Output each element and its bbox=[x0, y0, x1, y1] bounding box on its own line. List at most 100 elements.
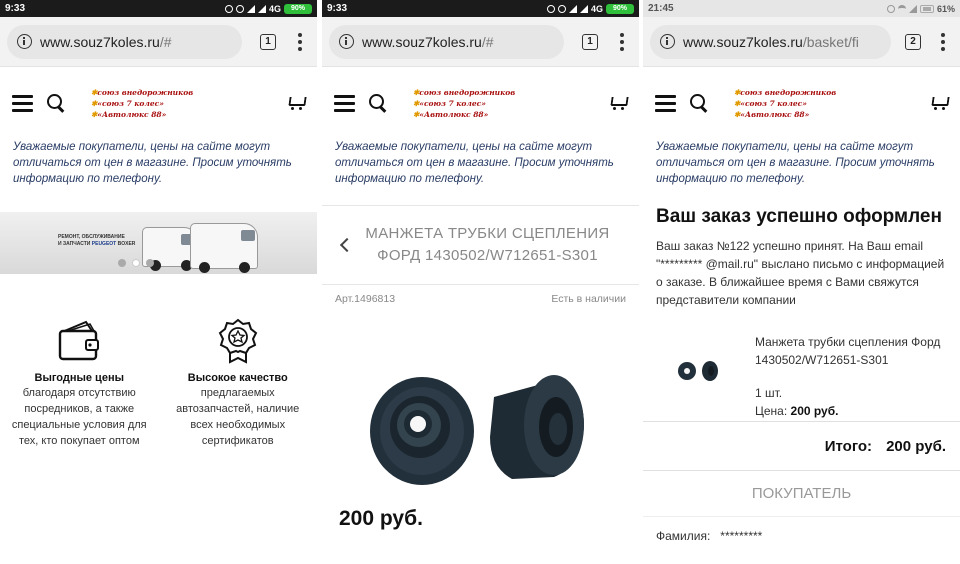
screenshot-collage: 9:33 4G 90% www.souz7koles.ru/# 1 ✱союз … bbox=[0, 0, 960, 564]
tab-switcher-button[interactable]: 1 bbox=[260, 33, 276, 50]
order-total: Итого: 200 руб. bbox=[643, 421, 960, 471]
feature-title: Выгодные цены bbox=[34, 372, 124, 384]
status-icons: 4G 90% bbox=[546, 3, 634, 14]
clock-icon bbox=[557, 4, 566, 13]
feature-quality: Высокое качество предлагаемых автозапчас… bbox=[159, 318, 318, 449]
panel-order-confirmation: 21:45 61% www.souz7koles.ru/basket/fi 2 … bbox=[643, 0, 960, 564]
search-icon[interactable] bbox=[690, 94, 708, 112]
status-time: 9:33 bbox=[5, 3, 26, 14]
url-text[interactable]: www.souz7koles.ru/basket/fi bbox=[683, 34, 859, 50]
status-icons: 61% bbox=[886, 3, 955, 14]
site-logo[interactable]: ✱союз внедорожников ✱«союз 7 колес» ✱«Ав… bbox=[734, 87, 836, 120]
hamburger-menu-icon[interactable] bbox=[334, 94, 355, 112]
url-text[interactable]: www.souz7koles.ru/# bbox=[40, 34, 172, 50]
url-text[interactable]: www.souz7koles.ru/# bbox=[362, 34, 494, 50]
hamburger-menu-icon[interactable] bbox=[655, 94, 676, 112]
hamburger-menu-icon[interactable] bbox=[12, 94, 33, 112]
cart-icon[interactable] bbox=[287, 96, 305, 111]
item-price: Цена: 200 руб. bbox=[755, 404, 839, 418]
address-bar[interactable]: www.souz7koles.ru/# bbox=[329, 24, 564, 59]
tab-switcher-button[interactable]: 1 bbox=[582, 33, 598, 50]
network-type: 4G bbox=[590, 3, 603, 14]
van-image bbox=[190, 223, 258, 273]
order-success-title: Ваш заказ успешно оформлен bbox=[656, 206, 942, 227]
item-thumbnail[interactable] bbox=[643, 333, 755, 417]
address-bar[interactable]: www.souz7koles.ru/# bbox=[7, 24, 242, 59]
logo-line-1: союз внедорожников bbox=[419, 87, 516, 97]
site-logo[interactable]: ✱союз внедорожников ✱«союз 7 колес» ✱«Ав… bbox=[413, 87, 515, 120]
browser-menu-button[interactable] bbox=[941, 32, 945, 51]
product-header: МАНЖЕТА ТРУБКИ СЦЕПЛЕНИЯ ФОРД 1430502/W7… bbox=[322, 205, 639, 285]
features-list: Выгодные цены благодаря отсутствию посре… bbox=[0, 274, 317, 449]
status-bar: 9:33 4G 90% bbox=[322, 0, 639, 17]
logo-line-2: «союз 7 колес» bbox=[419, 98, 486, 108]
item-name[interactable]: Манжета трубки сцепления Форд 1430502/W7… bbox=[755, 333, 960, 369]
battery-icon: 90% bbox=[284, 3, 312, 14]
quality-badge-icon bbox=[218, 318, 258, 364]
status-time: 9:33 bbox=[327, 3, 348, 14]
signal-2-icon bbox=[579, 4, 588, 13]
battery-icon: 90% bbox=[606, 3, 634, 14]
battery-icon bbox=[919, 4, 934, 13]
address-bar[interactable]: www.souz7koles.ru/basket/fi bbox=[650, 24, 891, 59]
search-icon[interactable] bbox=[47, 94, 65, 112]
tab-switcher-button[interactable]: 2 bbox=[905, 33, 921, 50]
browser-toolbar: www.souz7koles.ru/# 1 bbox=[0, 17, 317, 67]
price-notice: Уважаемые покупатели, цены на сайте могу… bbox=[13, 141, 292, 185]
battery-percent: 61% bbox=[936, 3, 955, 14]
surname-label: Фамилия: bbox=[656, 529, 711, 543]
status-time: 21:45 bbox=[648, 3, 674, 14]
total-label: Итого: bbox=[824, 437, 873, 455]
promo-banner[interactable]: РЕМОНТ, ОБСЛУЖИВАНИЕ И ЗАПЧАСТИ PEUGEOT … bbox=[0, 212, 317, 274]
order-success-text: Ваш заказ №122 успешно принят. На Ваш em… bbox=[656, 239, 945, 307]
logo-line-1: союз внедорожников bbox=[740, 87, 837, 97]
logo-line-1: союз внедорожников bbox=[97, 87, 194, 97]
feature-title: Высокое качество bbox=[187, 372, 288, 384]
search-icon[interactable] bbox=[369, 94, 387, 112]
site-logo[interactable]: ✱союз внедорожников ✱«союз 7 колес» ✱«Ав… bbox=[91, 87, 193, 120]
status-bar: 9:33 4G 90% bbox=[0, 0, 317, 17]
cart-icon[interactable] bbox=[609, 96, 627, 111]
item-info: Манжета трубки сцепления Форд 1430502/W7… bbox=[755, 333, 960, 421]
cart-icon[interactable] bbox=[930, 96, 948, 111]
status-icons: 4G 90% bbox=[224, 3, 312, 14]
product-meta: Арт.1496813 Есть в наличии bbox=[322, 285, 639, 327]
browser-menu-button[interactable] bbox=[620, 32, 624, 51]
product-title: МАНЖЕТА ТРУБКИ СЦЕПЛЕНИЯ ФОРД 1430502/W7… bbox=[365, 225, 610, 264]
clock-icon bbox=[886, 4, 895, 13]
feature-text: предлагаемых автозапчастей, наличие всех… bbox=[176, 387, 300, 447]
rubber-seal-thumbnail bbox=[678, 361, 718, 381]
carousel-dots[interactable] bbox=[118, 259, 154, 267]
carousel-dot-active[interactable] bbox=[132, 259, 140, 267]
wallet-icon bbox=[59, 320, 100, 361]
panel-home: 9:33 4G 90% www.souz7koles.ru/# 1 ✱союз … bbox=[0, 0, 317, 564]
logo-line-3: «Автолюкс 88» bbox=[740, 109, 810, 119]
site-info-icon[interactable] bbox=[17, 34, 32, 49]
price-notice: Уважаемые покупатели, цены на сайте могу… bbox=[335, 141, 614, 185]
banner-caption: РЕМОНТ, ОБСЛУЖИВАНИЕ И ЗАПЧАСТИ PEUGEOT … bbox=[58, 234, 136, 247]
product-image[interactable] bbox=[322, 327, 639, 507]
availability-status: Есть в наличии bbox=[551, 293, 626, 305]
price-notice: Уважаемые покупатели, цены на сайте могу… bbox=[656, 141, 935, 185]
surname-value: ********* bbox=[720, 529, 763, 543]
carousel-dot[interactable] bbox=[118, 259, 126, 267]
site-header: ✱союз внедорожников ✱«союз 7 колес» ✱«Ав… bbox=[322, 67, 639, 139]
rubber-seal-image bbox=[370, 375, 584, 485]
browser-toolbar: www.souz7koles.ru/basket/fi 2 bbox=[643, 17, 960, 67]
logo-line-3: «Автолюкс 88» bbox=[97, 109, 167, 119]
status-bar: 21:45 61% bbox=[643, 0, 960, 17]
browser-menu-button[interactable] bbox=[298, 32, 302, 51]
panel-product: 9:33 4G 90% www.souz7koles.ru/# 1 ✱союз … bbox=[322, 0, 639, 564]
order-item: Манжета трубки сцепления Форд 1430502/W7… bbox=[643, 309, 960, 421]
signal-icon bbox=[908, 4, 917, 13]
wifi-icon bbox=[897, 4, 906, 13]
item-quantity: 1 шт. bbox=[755, 386, 783, 400]
site-info-icon[interactable] bbox=[660, 34, 675, 49]
buyer-section-header: ПОКУПАТЕЛЬ bbox=[643, 471, 960, 517]
carousel-dot[interactable] bbox=[146, 259, 154, 267]
site-info-icon[interactable] bbox=[339, 34, 354, 49]
signal-icon bbox=[568, 4, 577, 13]
signal-2-icon bbox=[257, 4, 266, 13]
product-price: 200 руб. bbox=[339, 507, 423, 530]
article-number: Арт.1496813 bbox=[335, 293, 396, 305]
